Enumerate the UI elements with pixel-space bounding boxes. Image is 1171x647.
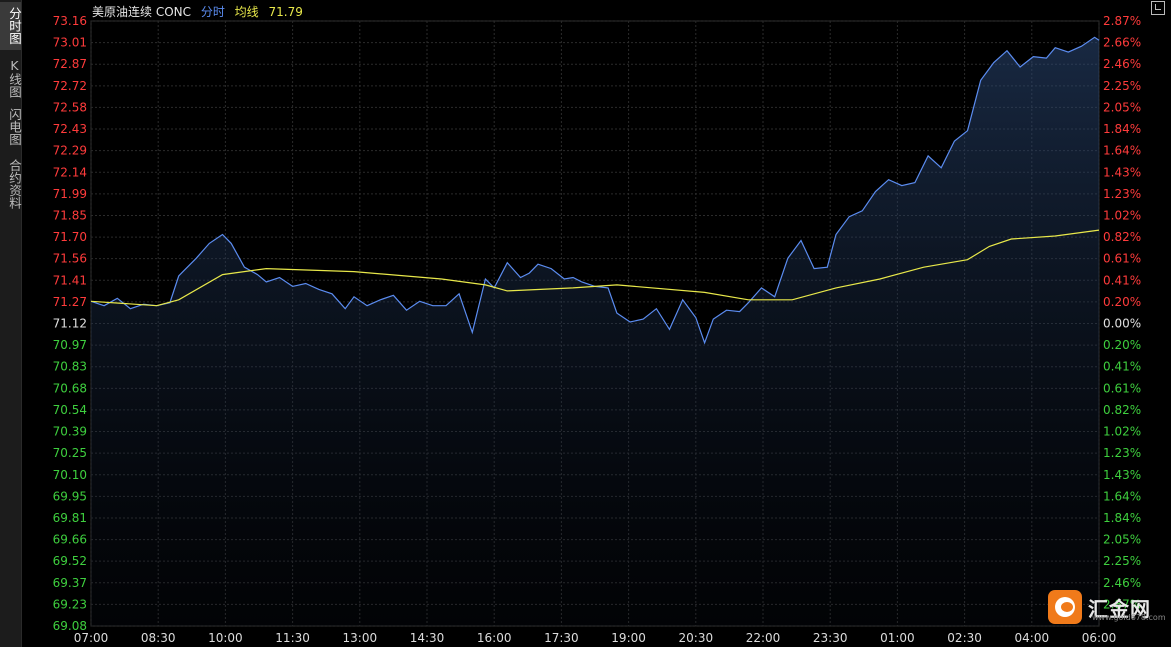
avg-line-value: 71.79 xyxy=(268,5,303,19)
y-tick-label: 72.43 xyxy=(53,122,87,136)
pct-tick-label: 2.05% xyxy=(1103,533,1141,547)
y-tick-label: 69.37 xyxy=(53,576,87,590)
pct-tick-label: 1.23% xyxy=(1103,446,1141,460)
pct-tick-label: 1.64% xyxy=(1103,144,1141,158)
y-tick-label: 71.27 xyxy=(53,295,87,309)
chart-header: 美原油连续 CONC 分时 均线 71.79 xyxy=(92,3,309,20)
x-tick-label: 22:00 xyxy=(746,631,781,645)
y-tick-label: 72.72 xyxy=(53,79,87,93)
y-tick-label: 69.81 xyxy=(53,511,87,525)
pct-tick-label: 0.20% xyxy=(1103,295,1141,309)
x-tick-label: 14:30 xyxy=(410,631,445,645)
sidebar-tab-2[interactable]: 闪电图 xyxy=(0,101,22,153)
pct-tick-label: 2.46% xyxy=(1103,57,1141,71)
pct-tick-label: 0.82% xyxy=(1103,403,1141,417)
y-tick-label: 73.16 xyxy=(53,14,87,28)
y-tick-label: 69.23 xyxy=(53,597,87,611)
x-tick-label: 19:00 xyxy=(611,631,646,645)
pct-tick-label: 1.43% xyxy=(1103,468,1141,482)
sidebar-tab-0[interactable]: 分时图 xyxy=(0,2,22,50)
pct-tick-label: 2.25% xyxy=(1103,79,1141,93)
chart: 73.16 73.01 72.87 72.72 72.58 72.43 72.29 72.14… xyxy=(53,14,1141,645)
symbol-label: 美原油连续 CONC xyxy=(92,5,191,19)
y-tick-label: 71.41 xyxy=(53,273,87,287)
pct-tick-label: 1.43% xyxy=(1103,165,1141,179)
pct-tick-label: 2.66% xyxy=(1103,36,1141,50)
x-tick-label: 07:00 xyxy=(74,631,109,645)
y-tick-label: 70.68 xyxy=(53,381,87,395)
pct-tick-label: 1.64% xyxy=(1103,489,1141,503)
time-series-label: 分时 xyxy=(200,5,225,19)
x-tick-label: 13:00 xyxy=(343,631,378,645)
y-tick-label: 72.14 xyxy=(53,165,87,179)
pct-tick-label: 0.00% xyxy=(1103,317,1141,331)
x-tick-label: 11:30 xyxy=(275,631,310,645)
pct-tick-label: 1.84% xyxy=(1103,122,1141,136)
pct-tick-label: 0.82% xyxy=(1103,230,1141,244)
pct-tick-label: 2.87% xyxy=(1103,14,1141,28)
x-tick-label: 04:00 xyxy=(1015,631,1050,645)
sidebar: 分时图 K线图 闪电图 合约资料 xyxy=(0,0,22,647)
y-tick-label: 71.12 xyxy=(53,317,87,331)
y-tick-label: 69.52 xyxy=(53,554,87,568)
x-tick-label: 08:30 xyxy=(141,631,176,645)
y-tick-label: 72.87 xyxy=(53,57,87,71)
pct-tick-label: 0.41% xyxy=(1103,360,1141,374)
y-tick-label: 70.39 xyxy=(53,425,87,439)
x-tick-label: 17:30 xyxy=(544,631,579,645)
y-tick-label: 70.83 xyxy=(53,360,87,374)
x-tick-label: 02:30 xyxy=(947,631,982,645)
y-tick-label: 72.58 xyxy=(53,100,87,114)
y-tick-label: 70.10 xyxy=(53,468,87,482)
pct-tick-label: 0.20% xyxy=(1103,338,1141,352)
pct-tick-label: 0.61% xyxy=(1103,252,1141,266)
logo-icon xyxy=(1048,590,1082,624)
x-tick-label: 23:30 xyxy=(813,631,848,645)
y-tick-label: 69.66 xyxy=(53,533,87,547)
pct-tick-label: 2.05% xyxy=(1103,100,1141,114)
y-tick-label: 70.97 xyxy=(53,338,87,352)
pct-tick-label: 1.02% xyxy=(1103,208,1141,222)
pct-tick-label: 2.46% xyxy=(1103,576,1141,590)
y-tick-label: 71.99 xyxy=(53,187,87,201)
pct-tick-label: 1.23% xyxy=(1103,187,1141,201)
pct-tick-label: 0.61% xyxy=(1103,381,1141,395)
y-tick-label: 73.01 xyxy=(53,36,87,50)
logo-url: www.gold678.com xyxy=(1092,613,1166,622)
x-tick-label: 20:30 xyxy=(679,631,714,645)
y-tick-label: 72.29 xyxy=(53,144,87,158)
y-tick-label: 71.56 xyxy=(53,252,87,266)
y-tick-label: 71.85 xyxy=(53,208,87,222)
x-tick-label: 16:00 xyxy=(477,631,512,645)
pct-tick-label: 1.02% xyxy=(1103,425,1141,439)
pct-tick-label: 2.25% xyxy=(1103,554,1141,568)
pct-tick-label: 0.41% xyxy=(1103,273,1141,287)
y-tick-label: 70.54 xyxy=(53,403,87,417)
y-tick-label: 71.70 xyxy=(53,230,87,244)
pct-tick-label: 1.84% xyxy=(1103,511,1141,525)
x-tick-label: 10:00 xyxy=(208,631,243,645)
expand-icon[interactable] xyxy=(1151,1,1165,15)
sidebar-tab-1[interactable]: K线图 xyxy=(0,56,22,100)
avg-line-label: 均线 xyxy=(234,5,259,19)
y-tick-label: 69.95 xyxy=(53,489,87,503)
sidebar-tab-3[interactable]: 合约资料 xyxy=(0,155,22,213)
y-tick-label: 70.25 xyxy=(53,446,87,460)
x-tick-label: 06:00 xyxy=(1082,631,1117,645)
x-tick-label: 01:00 xyxy=(880,631,915,645)
